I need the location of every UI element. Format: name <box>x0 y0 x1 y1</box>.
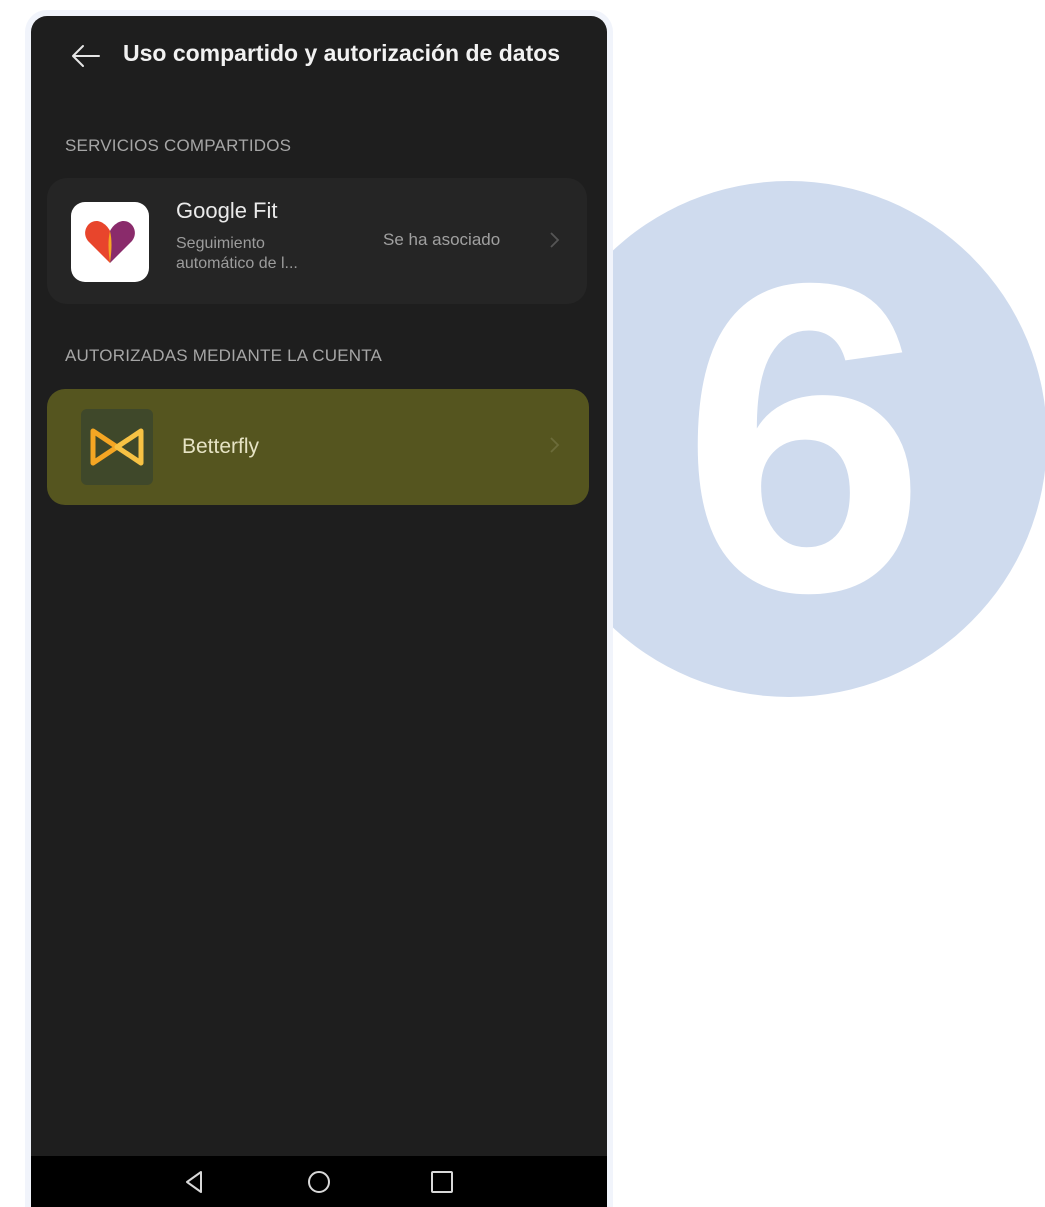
phone-screen: Uso compartido y autorización de datos S… <box>31 16 607 1207</box>
step-number: 6 <box>681 193 927 684</box>
home-circle-icon[interactable] <box>305 1168 333 1196</box>
google-fit-description-line2: automático de l... <box>176 255 298 272</box>
betterfly-name: Betterfly <box>182 435 260 458</box>
google-fit-description: Seguimiento automático de l... <box>176 234 326 274</box>
google-fit-heart-icon <box>71 202 149 282</box>
recents-square-icon[interactable] <box>428 1168 456 1196</box>
section-label-shared: SERVICIOS COMPARTIDOS <box>65 136 292 155</box>
chevron-right-icon <box>550 437 560 453</box>
app-header: Uso compartido y autorización de datos <box>31 16 607 98</box>
chevron-right-icon <box>550 232 560 248</box>
back-arrow-icon[interactable] <box>69 40 101 72</box>
google-fit-name: Google Fit <box>176 198 278 223</box>
system-navigation-bar <box>31 1156 607 1207</box>
section-label-authorized: AUTORIZADAS MEDIANTE LA CUENTA <box>65 346 383 365</box>
google-fit-status: Se ha asociado <box>383 230 501 249</box>
page-title: Uso compartido y autorización de datos <box>123 40 561 66</box>
back-triangle-icon[interactable] <box>181 1168 209 1196</box>
google-fit-item[interactable]: Google Fit Seguimiento automático de l..… <box>47 178 587 304</box>
google-fit-description-line1: Seguimiento <box>176 235 265 252</box>
betterfly-logo-icon <box>81 409 153 485</box>
betterfly-item[interactable]: Betterfly <box>47 389 589 505</box>
